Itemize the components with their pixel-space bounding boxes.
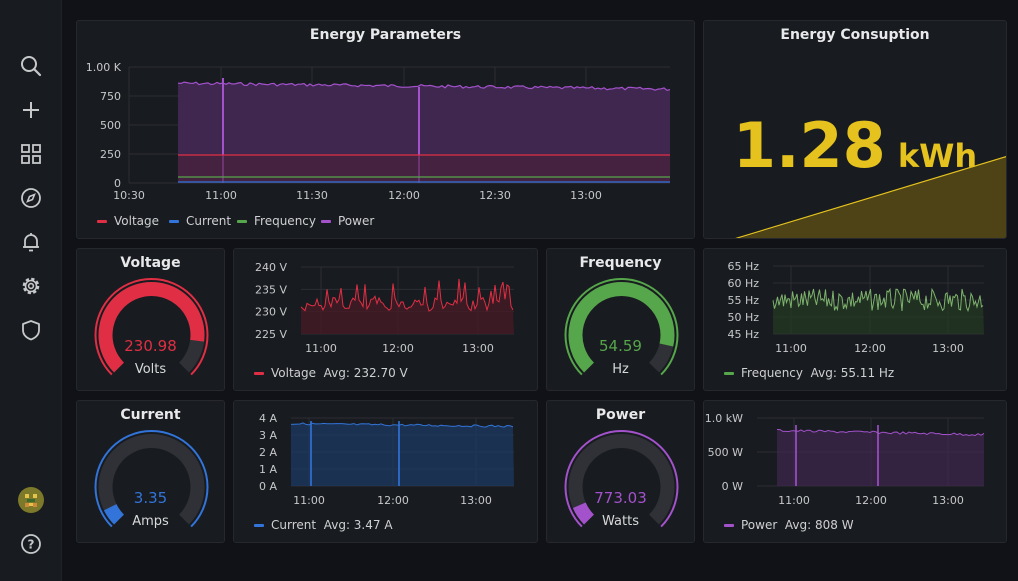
energy-parameters-panel: Energy Parameters 1.00 K 750 500 250 0 10:30 1… — [76, 20, 695, 239]
y-tick-label: 1.0 kW — [705, 412, 743, 425]
search-icon[interactable] — [17, 52, 45, 80]
current-gauge-panel: Current 3.35 Amps — [76, 400, 225, 543]
x-tick-label: 13:00 — [932, 494, 964, 507]
x-tick-label: 12:30 — [479, 189, 511, 202]
x-tick-label: 12:00 — [854, 342, 886, 355]
gauge-fill — [98, 282, 205, 373]
y-tick-label: 500 W — [708, 446, 743, 459]
shield-icon[interactable] — [17, 316, 45, 344]
current-chart-panel: 4 A 3 A 2 A 1 A 0 A 11:00 12:00 13:00 Current A… — [233, 400, 538, 543]
avatar[interactable] — [17, 486, 45, 514]
gauge-fill — [568, 282, 675, 373]
y-tick-label: 230 V — [255, 306, 287, 319]
x-tick-label: 12:00 — [855, 494, 887, 507]
power-chart-panel: 1.0 kW 500 W 0 W 11:00 12:00 13:00 Power Avg:… — [703, 400, 1007, 543]
x-tick-label: 11:00 — [778, 494, 810, 507]
legend-power[interactable]: Power — [321, 214, 374, 228]
legend-frequency[interactable]: Frequency — [237, 214, 316, 228]
settings-icon[interactable] — [17, 272, 45, 300]
gauge-track — [568, 434, 675, 525]
gauge-track — [98, 434, 205, 525]
x-tick-label: 13:00 — [932, 342, 964, 355]
series-area — [301, 278, 514, 334]
help-icon[interactable]: ? — [17, 530, 45, 558]
series-area — [291, 422, 514, 486]
y-tick-label: 1.00 K — [86, 61, 122, 74]
y-tick-label: 2 A — [259, 446, 277, 459]
y-tick-label: 225 V — [255, 328, 287, 341]
sidebar: ? — [0, 0, 62, 581]
legend-voltage[interactable]: Voltage Avg: 232.70 V — [254, 366, 408, 380]
energy-consumption-panel: Energy Consuption 1.28 kWh — [703, 20, 1007, 239]
y-tick-label: 235 V — [255, 283, 287, 296]
explore-icon[interactable] — [17, 184, 45, 212]
legend-frequency[interactable]: Frequency Avg: 55.11 Hz — [724, 366, 894, 380]
power-gauge-panel: Power 773.03 Watts — [546, 400, 695, 543]
y-tick-label: 750 — [100, 90, 121, 103]
y-tick-label: 250 — [100, 148, 121, 161]
legend-current[interactable]: Current Avg: 3.47 A — [254, 518, 393, 532]
y-tick-label: 0 A — [259, 480, 277, 493]
y-tick-label: 0 W — [722, 480, 743, 493]
y-tick-label: 500 — [100, 119, 121, 132]
legend-voltage[interactable]: Voltage — [97, 214, 159, 228]
legend-current[interactable]: Current — [169, 214, 231, 228]
x-tick-label: 12:00 — [388, 189, 420, 202]
x-tick-label: 11:00 — [305, 342, 337, 355]
x-tick-label: 13:00 — [462, 342, 494, 355]
gauge-unit: Hz — [612, 362, 629, 377]
gauge-value: 773.03 — [594, 489, 647, 507]
alerting-icon[interactable] — [17, 228, 45, 256]
y-tick-label: 60 Hz — [727, 277, 759, 290]
legend-power[interactable]: Power Avg: 808 W — [724, 518, 854, 532]
x-tick-label: 10:30 — [113, 189, 145, 202]
gauge-value: 230.98 — [124, 337, 177, 355]
series-voltage-area — [178, 155, 670, 183]
gauge-unit: Volts — [134, 362, 167, 377]
x-tick-label: 13:00 — [460, 494, 492, 507]
series-area — [777, 429, 984, 486]
x-tick-label: 12:00 — [382, 342, 414, 355]
x-tick-label: 11:00 — [205, 189, 237, 202]
y-tick-label: 50 Hz — [727, 311, 759, 324]
x-tick-label: 12:00 — [377, 494, 409, 507]
svg-text:?: ? — [28, 538, 35, 552]
plus-icon[interactable] — [17, 96, 45, 124]
y-tick-label: 3 A — [259, 429, 277, 442]
y-tick-label: 65 Hz — [727, 260, 759, 273]
energy-parameters-chart: 1.00 K750500250010:30 11:00 11:30 12:00 12:3… — [86, 61, 671, 202]
y-tick-label: 240 V — [255, 261, 287, 274]
frequency-gauge-panel: Frequency 54.59 Hz — [546, 248, 695, 391]
y-tick-label: 4 A — [259, 412, 277, 425]
y-tick-label: 55 Hz — [727, 294, 759, 307]
gauge-value: 54.59 — [599, 337, 642, 355]
series-area — [773, 289, 984, 334]
x-tick-label: 11:00 — [775, 342, 807, 355]
x-tick-label: 13:00 — [570, 189, 602, 202]
y-tick-label: 1 A — [259, 463, 277, 476]
gauge-value: 3.35 — [133, 489, 168, 507]
x-tick-label: 11:30 — [296, 189, 328, 202]
gauge-unit: Watts — [602, 514, 639, 529]
x-tick-label: 11:00 — [293, 494, 325, 507]
voltage-gauge-panel: Voltage 230.98 Volts — [76, 248, 225, 391]
y-tick-label: 45 Hz — [727, 328, 759, 341]
frequency-chart-panel: 65 Hz 60 Hz 55 Hz 50 Hz 45 Hz 11:00 12:00 13:00… — [703, 248, 1007, 391]
gauge-unit: Amps — [132, 514, 169, 529]
dashboards-icon[interactable] — [17, 140, 45, 168]
voltage-chart-panel: 240 V 235 V 230 V 225 V 11:00 12:00 13:00 Volt… — [233, 248, 538, 391]
energy-value: 1.28 kWh — [732, 109, 978, 182]
